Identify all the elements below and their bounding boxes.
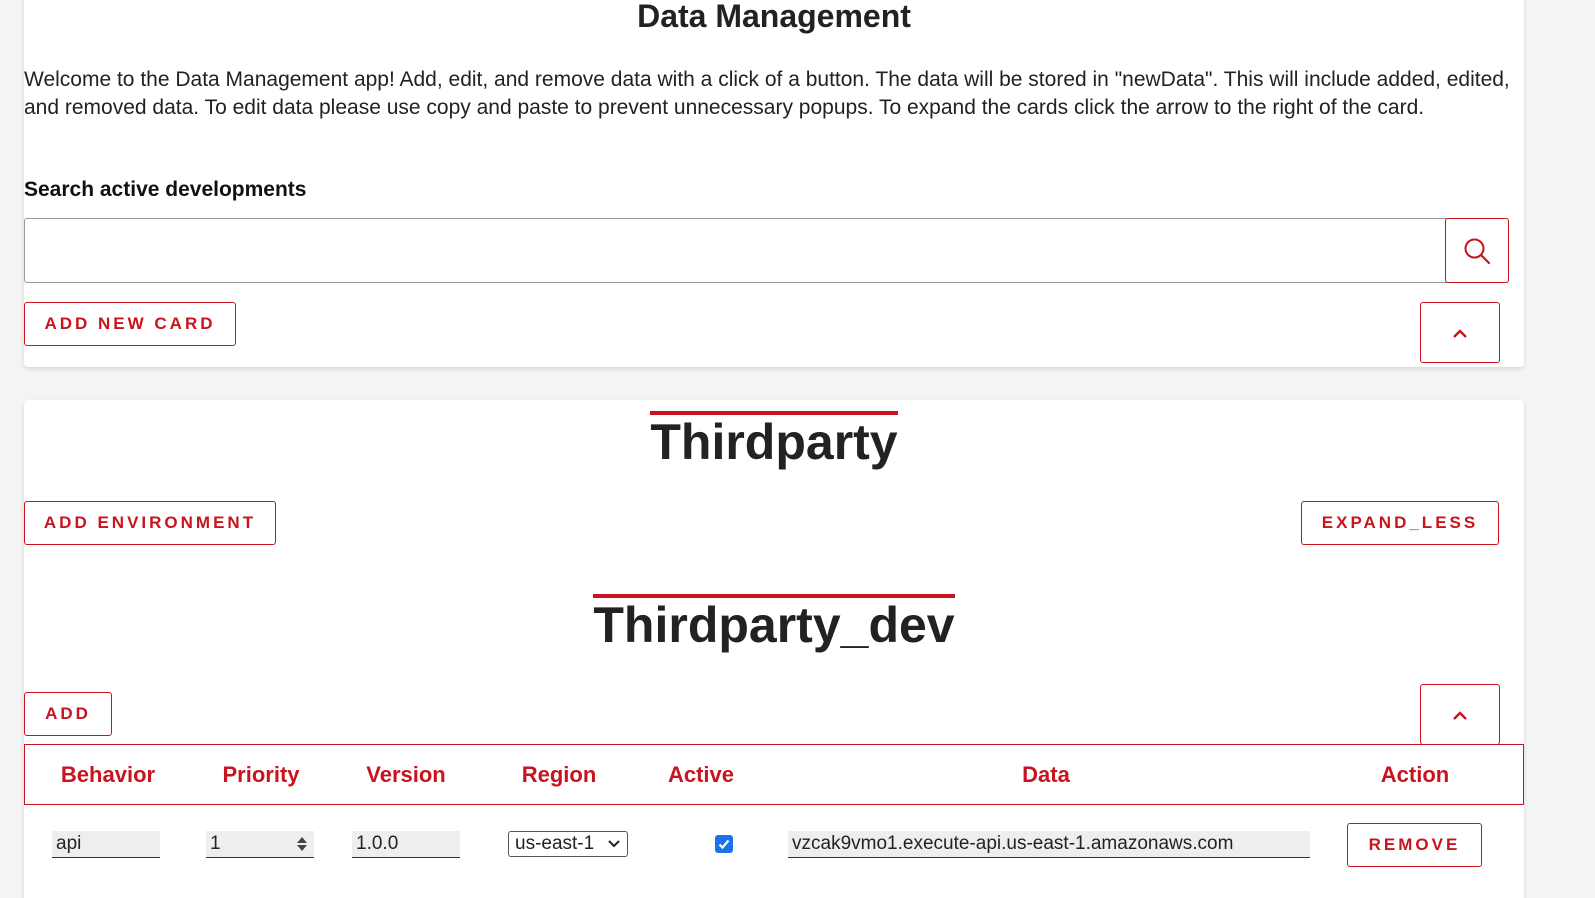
active-checkbox[interactable] <box>715 835 733 853</box>
stepper-icon[interactable] <box>296 835 308 853</box>
page-title: Data Management <box>637 0 911 34</box>
environment-title: Thirdparty_dev <box>24 594 1524 653</box>
column-header-priority: Priority <box>222 762 300 787</box>
collapse-card-button[interactable] <box>1420 302 1500 363</box>
environment-title-text: Thirdparty_dev <box>593 594 955 653</box>
expand-less-button[interactable]: EXPAND_LESS <box>1301 501 1499 545</box>
column-header-behavior: Behavior <box>60 762 156 787</box>
region-select-value: us-east-1 <box>515 833 595 854</box>
add-environment-button[interactable]: ADD ENVIRONMENT <box>24 501 276 545</box>
intro-text: Welcome to the Data Management app! Add,… <box>24 68 1510 119</box>
search-input[interactable] <box>25 219 1447 282</box>
column-header-data: Data <box>1022 762 1070 787</box>
column-header-version: Version <box>366 762 446 787</box>
priority-field <box>206 831 314 858</box>
card-title-text: Thirdparty <box>650 411 898 470</box>
chevron-up-icon <box>1453 328 1467 338</box>
column-header-action: Action <box>1380 762 1450 787</box>
page: Data Management Welcome to the Data Mana… <box>0 0 1595 898</box>
thirdparty-card: Thirdparty ADD ENVIRONMENT EXPAND_LESS T… <box>24 400 1524 898</box>
region-select[interactable]: us-east-1 <box>508 831 628 857</box>
environment-table: Behavior Priority Version Region Active … <box>24 744 1524 885</box>
add-new-card-button[interactable]: ADD NEW CARD <box>24 302 236 346</box>
table-row: us-east-1 REMOVE <box>24 805 1524 885</box>
remove-button[interactable]: REMOVE <box>1347 823 1482 867</box>
add-row-button[interactable]: ADD <box>24 692 112 736</box>
version-input[interactable] <box>352 831 460 858</box>
collapse-environment-button[interactable] <box>1420 684 1500 745</box>
behavior-input[interactable] <box>52 831 160 858</box>
table-header: Behavior Priority Version Region Active … <box>24 744 1524 805</box>
column-header-region: Region <box>521 762 597 787</box>
chevron-up-icon <box>1453 710 1467 720</box>
search-field <box>24 218 1509 283</box>
column-header-active: Active <box>667 762 735 787</box>
card-title: Thirdparty <box>24 411 1524 470</box>
management-card: Data Management Welcome to the Data Mana… <box>24 0 1524 367</box>
search-icon <box>1464 238 1491 264</box>
search-button[interactable] <box>1445 218 1509 283</box>
data-input[interactable] <box>788 831 1310 858</box>
chevron-down-icon <box>608 840 620 848</box>
search-label: Search active developments <box>24 178 307 201</box>
checkmark-icon <box>718 839 730 850</box>
